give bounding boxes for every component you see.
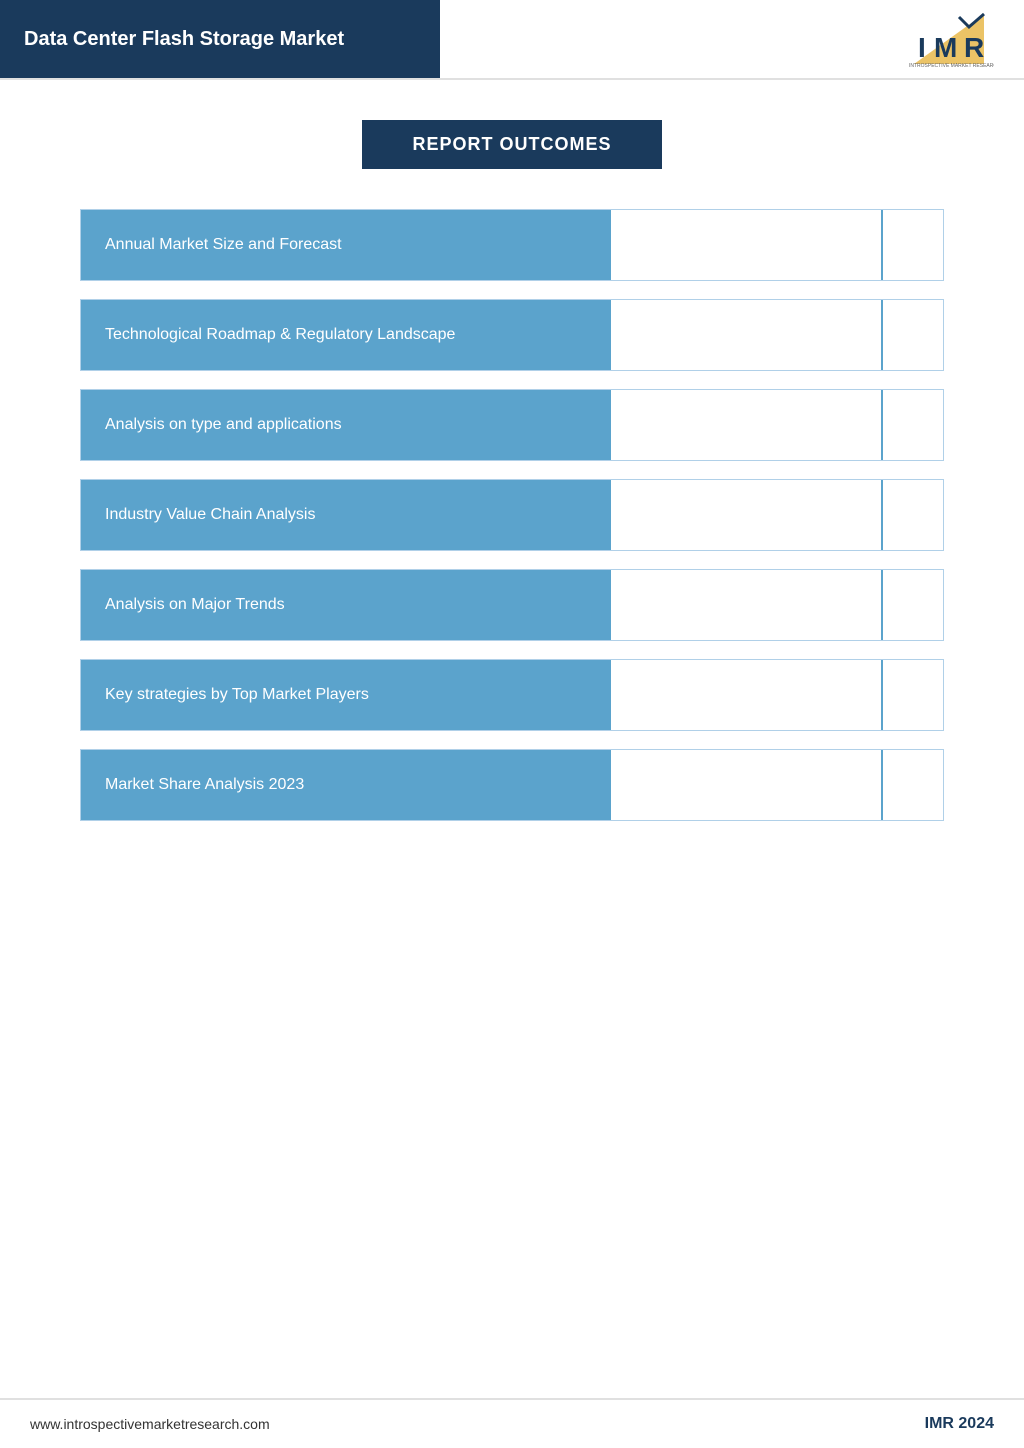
imr-logo: I M R INTROSPECTIVE MARKET RESEARCH [904, 9, 994, 69]
page-header: Data Center Flash Storage Market I M R I… [0, 0, 1024, 80]
outcome-right-major-trends [611, 570, 943, 640]
outcome-right-market-share [611, 750, 943, 820]
outcome-row-value-chain: Industry Value Chain Analysis [80, 479, 944, 551]
main-content: REPORT OUTCOMES Annual Market Size and F… [0, 80, 1024, 899]
outcome-card-value-chain: Industry Value Chain Analysis [80, 479, 944, 551]
outcomes-list: Annual Market Size and Forecast Technolo… [80, 209, 944, 839]
outcome-right-annual-market [611, 210, 943, 280]
svg-text:M: M [934, 32, 957, 63]
outcome-card-major-trends: Analysis on Major Trends [80, 569, 944, 641]
outcome-row-annual-market: Annual Market Size and Forecast [80, 209, 944, 281]
outcome-row-type-applications: Analysis on type and applications [80, 389, 944, 461]
header-logo-area: I M R INTROSPECTIVE MARKET RESEARCH [440, 0, 1024, 78]
outcome-card-market-share: Market Share Analysis 2023 [80, 749, 944, 821]
outcome-right-top-players [611, 660, 943, 730]
page-title: Data Center Flash Storage Market [24, 28, 344, 51]
outcome-label-type-applications: Analysis on type and applications [81, 390, 611, 460]
outcome-row-market-share: Market Share Analysis 2023 [80, 749, 944, 821]
report-outcomes-badge: REPORT OUTCOMES [362, 120, 661, 169]
outcome-row-tech-roadmap: Technological Roadmap & Regulatory Lands… [80, 299, 944, 371]
header-title-bar: Data Center Flash Storage Market [0, 0, 440, 78]
svg-text:I: I [918, 32, 926, 63]
outcome-label-tech-roadmap: Technological Roadmap & Regulatory Lands… [81, 300, 611, 370]
outcome-label-annual-market: Annual Market Size and Forecast [81, 210, 611, 280]
outcome-card-annual-market: Annual Market Size and Forecast [80, 209, 944, 281]
page-footer: www.introspectivemarketresearch.com IMR … [0, 1398, 1024, 1448]
outcome-card-type-applications: Analysis on type and applications [80, 389, 944, 461]
footer-url: www.introspectivemarketresearch.com [30, 1416, 270, 1432]
outcome-right-tech-roadmap [611, 300, 943, 370]
svg-text:R: R [964, 32, 984, 63]
report-outcomes-label: REPORT OUTCOMES [412, 134, 611, 154]
report-outcomes-header: REPORT OUTCOMES [80, 120, 944, 169]
footer-brand: IMR 2024 [925, 1415, 994, 1433]
outcome-row-top-players: Key strategies by Top Market Players [80, 659, 944, 731]
outcome-right-value-chain [611, 480, 943, 550]
outcome-label-top-players: Key strategies by Top Market Players [81, 660, 611, 730]
outcome-card-top-players: Key strategies by Top Market Players [80, 659, 944, 731]
outcome-card-tech-roadmap: Technological Roadmap & Regulatory Lands… [80, 299, 944, 371]
outcome-label-market-share: Market Share Analysis 2023 [81, 750, 611, 820]
svg-text:INTROSPECTIVE MARKET RESEARCH: INTROSPECTIVE MARKET RESEARCH [909, 63, 994, 69]
outcome-label-major-trends: Analysis on Major Trends [81, 570, 611, 640]
imr-logo-svg: I M R INTROSPECTIVE MARKET RESEARCH [904, 9, 994, 69]
outcome-row-major-trends: Analysis on Major Trends [80, 569, 944, 641]
outcome-right-type-applications [611, 390, 943, 460]
outcome-label-value-chain: Industry Value Chain Analysis [81, 480, 611, 550]
